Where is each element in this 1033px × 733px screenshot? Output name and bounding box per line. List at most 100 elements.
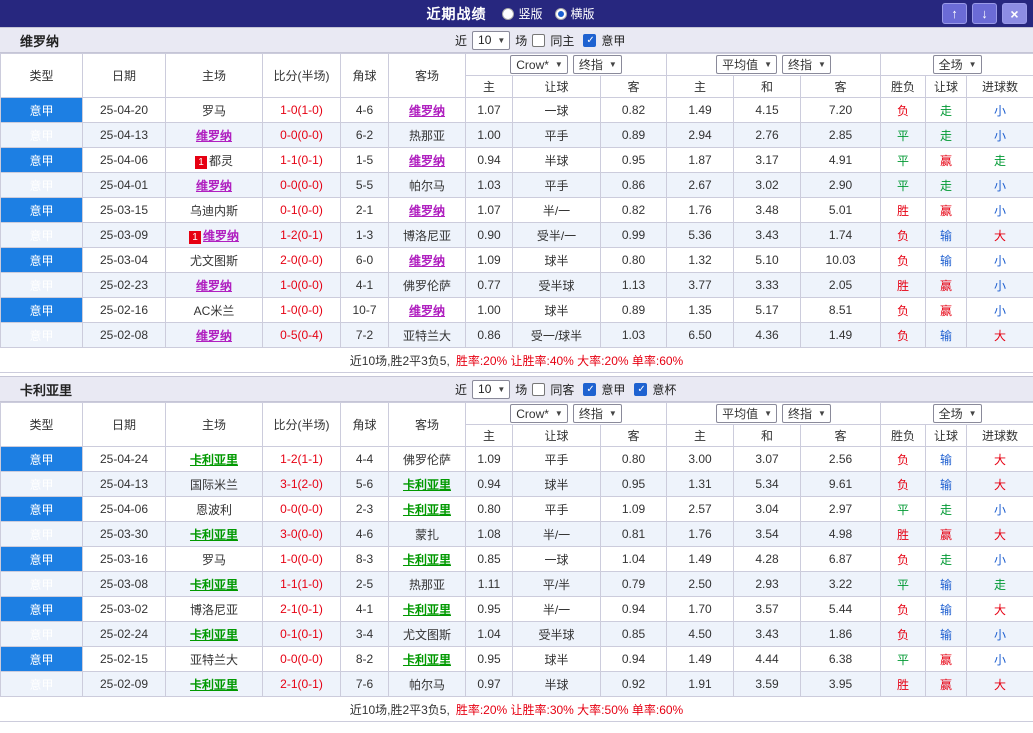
home-team-cell[interactable]: AC米兰	[165, 297, 263, 323]
radio-icon[interactable]	[502, 7, 515, 20]
odds-time-select[interactable]: 终指 ▼	[572, 55, 622, 74]
scroll-up-button[interactable]: ↑	[942, 3, 967, 24]
match-row[interactable]: 意甲 25-04-24 卡利亚里 1-2(1-1) 4-4 佛罗伦萨 1.09 …	[0, 446, 1033, 472]
horizontal-view-option[interactable]: 横版	[554, 5, 595, 22]
away-team-name[interactable]: 博洛尼亚	[403, 229, 451, 243]
bookmaker-select[interactable]: Crow* ▼	[510, 55, 568, 74]
coppa-italia-checkbox[interactable]	[634, 382, 648, 396]
home-team-cell[interactable]: 尤文图斯	[165, 247, 263, 273]
away-team-cell[interactable]: 热那亚	[388, 122, 466, 148]
away-team-name[interactable]: 亚特兰大	[403, 329, 451, 343]
same-home-checkbox[interactable]	[532, 33, 546, 47]
away-team-cell[interactable]: 热那亚	[388, 571, 466, 597]
away-team-cell[interactable]: 佛罗伦萨	[388, 446, 466, 472]
home-team-cell[interactable]: 维罗纳	[165, 322, 263, 348]
match-row[interactable]: 意甲 25-02-23 维罗纳 1-0(0-0) 4-1 佛罗伦萨 0.77 受…	[0, 272, 1033, 298]
home-team-cell[interactable]: 维罗纳	[165, 122, 263, 148]
home-team-cell[interactable]: 维罗纳	[165, 172, 263, 198]
average-time-select[interactable]: 终指 ▼	[782, 404, 831, 423]
home-team-name[interactable]: 尤文图斯	[190, 254, 238, 268]
match-row[interactable]: 意甲 25-04-01 维罗纳 0-0(0-0) 5-5 帕尔马 1.03 平手…	[0, 172, 1033, 198]
match-row[interactable]: 意甲 25-03-02 博洛尼亚 2-1(0-1) 4-1 卡利亚里 0.95 …	[0, 596, 1033, 622]
serie-a-checkbox[interactable]	[583, 33, 597, 47]
match-row[interactable]: 意甲 25-02-15 亚特兰大 0-0(0-0) 8-2 卡利亚里 0.95 …	[0, 646, 1033, 672]
match-row[interactable]: 意甲 25-03-15 乌迪内斯 0-1(0-0) 2-1 维罗纳 1.07 半…	[0, 197, 1033, 223]
average-time-select[interactable]: 终指 ▼	[782, 55, 831, 74]
home-team-cell[interactable]: 乌迪内斯	[165, 197, 263, 223]
away-team-name[interactable]: 维罗纳	[409, 204, 445, 218]
home-team-name[interactable]: 乌迪内斯	[190, 204, 238, 218]
away-team-name[interactable]: 尤文图斯	[403, 628, 451, 642]
away-team-cell[interactable]: 维罗纳	[388, 247, 466, 273]
match-row[interactable]: 意甲 25-02-08 维罗纳 0-5(0-4) 7-2 亚特兰大 0.86 受…	[0, 322, 1033, 348]
match-count-select[interactable]: 10 ▼	[472, 30, 511, 50]
away-team-cell[interactable]: 维罗纳	[388, 147, 466, 173]
home-team-cell[interactable]: 1 维罗纳	[165, 222, 263, 248]
away-team-name[interactable]: 维罗纳	[409, 104, 445, 118]
home-team-name[interactable]: 维罗纳	[203, 229, 239, 243]
home-team-cell[interactable]: 罗马	[165, 97, 263, 123]
same-away-checkbox[interactable]	[532, 382, 546, 396]
home-team-cell[interactable]: 卡利亚里	[165, 521, 263, 547]
home-team-cell[interactable]: 恩波利	[165, 496, 263, 522]
match-row[interactable]: 意甲 25-02-24 卡利亚里 0-1(0-1) 3-4 尤文图斯 1.04 …	[0, 621, 1033, 647]
home-team-name[interactable]: 维罗纳	[196, 279, 232, 293]
away-team-cell[interactable]: 卡利亚里	[388, 496, 466, 522]
home-team-cell[interactable]: 1 都灵	[165, 147, 263, 173]
away-team-name[interactable]: 帕尔马	[409, 678, 445, 692]
same-home-label[interactable]: 同主	[550, 32, 574, 49]
match-row[interactable]: 意甲 25-04-06 恩波利 0-0(0-0) 2-3 卡利亚里 0.80 平…	[0, 496, 1033, 522]
radio-icon[interactable]	[554, 7, 567, 20]
home-team-name[interactable]: 都灵	[209, 154, 233, 168]
home-team-cell[interactable]: 亚特兰大	[165, 646, 263, 672]
average-select[interactable]: 平均值 ▼	[716, 404, 778, 423]
away-team-name[interactable]: 蒙扎	[415, 528, 439, 542]
home-team-name[interactable]: AC米兰	[194, 304, 235, 318]
match-row[interactable]: 意甲 25-03-16 罗马 1-0(0-0) 8-3 卡利亚里 0.85 一球…	[0, 546, 1033, 572]
match-row[interactable]: 意甲 25-03-30 卡利亚里 3-0(0-0) 4-6 蒙扎 1.08 半/…	[0, 521, 1033, 547]
away-team-name[interactable]: 热那亚	[409, 129, 445, 143]
home-team-name[interactable]: 卡利亚里	[190, 678, 238, 692]
home-team-cell[interactable]: 国际米兰	[165, 471, 263, 497]
match-row[interactable]: 意甲 25-03-08 卡利亚里 1-1(1-0) 2-5 热那亚 1.11 平…	[0, 571, 1033, 597]
home-team-name[interactable]: 维罗纳	[196, 129, 232, 143]
same-away-label[interactable]: 同客	[550, 381, 574, 398]
serie-a-label[interactable]: 意甲	[601, 381, 625, 398]
away-team-cell[interactable]: 尤文图斯	[388, 621, 466, 647]
average-select[interactable]: 平均值 ▼	[716, 55, 778, 74]
home-team-cell[interactable]: 卡利亚里	[165, 621, 263, 647]
away-team-cell[interactable]: 卡利亚里	[388, 546, 466, 572]
match-row[interactable]: 意甲 25-02-09 卡利亚里 2-1(0-1) 7-6 帕尔马 0.97 半…	[0, 671, 1033, 697]
match-row[interactable]: 意甲 25-04-06 1 都灵 1-1(0-1) 1-5 维罗纳 0.94 半球…	[0, 147, 1033, 173]
away-team-name[interactable]: 卡利亚里	[403, 478, 451, 492]
away-team-cell[interactable]: 卡利亚里	[388, 646, 466, 672]
away-team-name[interactable]: 维罗纳	[409, 254, 445, 268]
home-team-name[interactable]: 恩波利	[196, 503, 232, 517]
coppa-italia-label[interactable]: 意杯	[652, 381, 676, 398]
full-match-select[interactable]: 全场 ▼	[932, 404, 982, 423]
away-team-name[interactable]: 热那亚	[409, 578, 445, 592]
away-team-name[interactable]: 维罗纳	[409, 304, 445, 318]
away-team-cell[interactable]: 卡利亚里	[388, 596, 466, 622]
match-row[interactable]: 意甲 25-03-04 尤文图斯 2-0(0-0) 6-0 维罗纳 1.09 球…	[0, 247, 1033, 273]
home-team-name[interactable]: 维罗纳	[196, 179, 232, 193]
home-team-name[interactable]: 罗马	[202, 553, 226, 567]
match-row[interactable]: 意甲 25-04-13 国际米兰 3-1(2-0) 5-6 卡利亚里 0.94 …	[0, 471, 1033, 497]
full-match-select[interactable]: 全场 ▼	[932, 55, 982, 74]
close-button[interactable]: ×	[1002, 3, 1027, 24]
home-team-name[interactable]: 亚特兰大	[190, 653, 238, 667]
away-team-cell[interactable]: 佛罗伦萨	[388, 272, 466, 298]
away-team-name[interactable]: 卡利亚里	[403, 653, 451, 667]
home-team-name[interactable]: 卡利亚里	[190, 578, 238, 592]
match-row[interactable]: 意甲 25-04-20 罗马 1-0(1-0) 4-6 维罗纳 1.07 一球 …	[0, 97, 1033, 123]
away-team-name[interactable]: 维罗纳	[409, 154, 445, 168]
match-count-select[interactable]: 10 ▼	[472, 379, 511, 399]
match-row[interactable]: 意甲 25-03-09 1 维罗纳 1-2(0-1) 1-3 博洛尼亚 0.90 …	[0, 222, 1033, 248]
match-row[interactable]: 意甲 25-02-16 AC米兰 1-0(0-0) 10-7 维罗纳 1.00 …	[0, 297, 1033, 323]
home-team-name[interactable]: 卡利亚里	[190, 528, 238, 542]
serie-a-checkbox[interactable]	[583, 382, 597, 396]
home-team-name[interactable]: 博洛尼亚	[190, 603, 238, 617]
away-team-cell[interactable]: 维罗纳	[388, 97, 466, 123]
away-team-cell[interactable]: 帕尔马	[388, 671, 466, 697]
away-team-name[interactable]: 卡利亚里	[403, 553, 451, 567]
